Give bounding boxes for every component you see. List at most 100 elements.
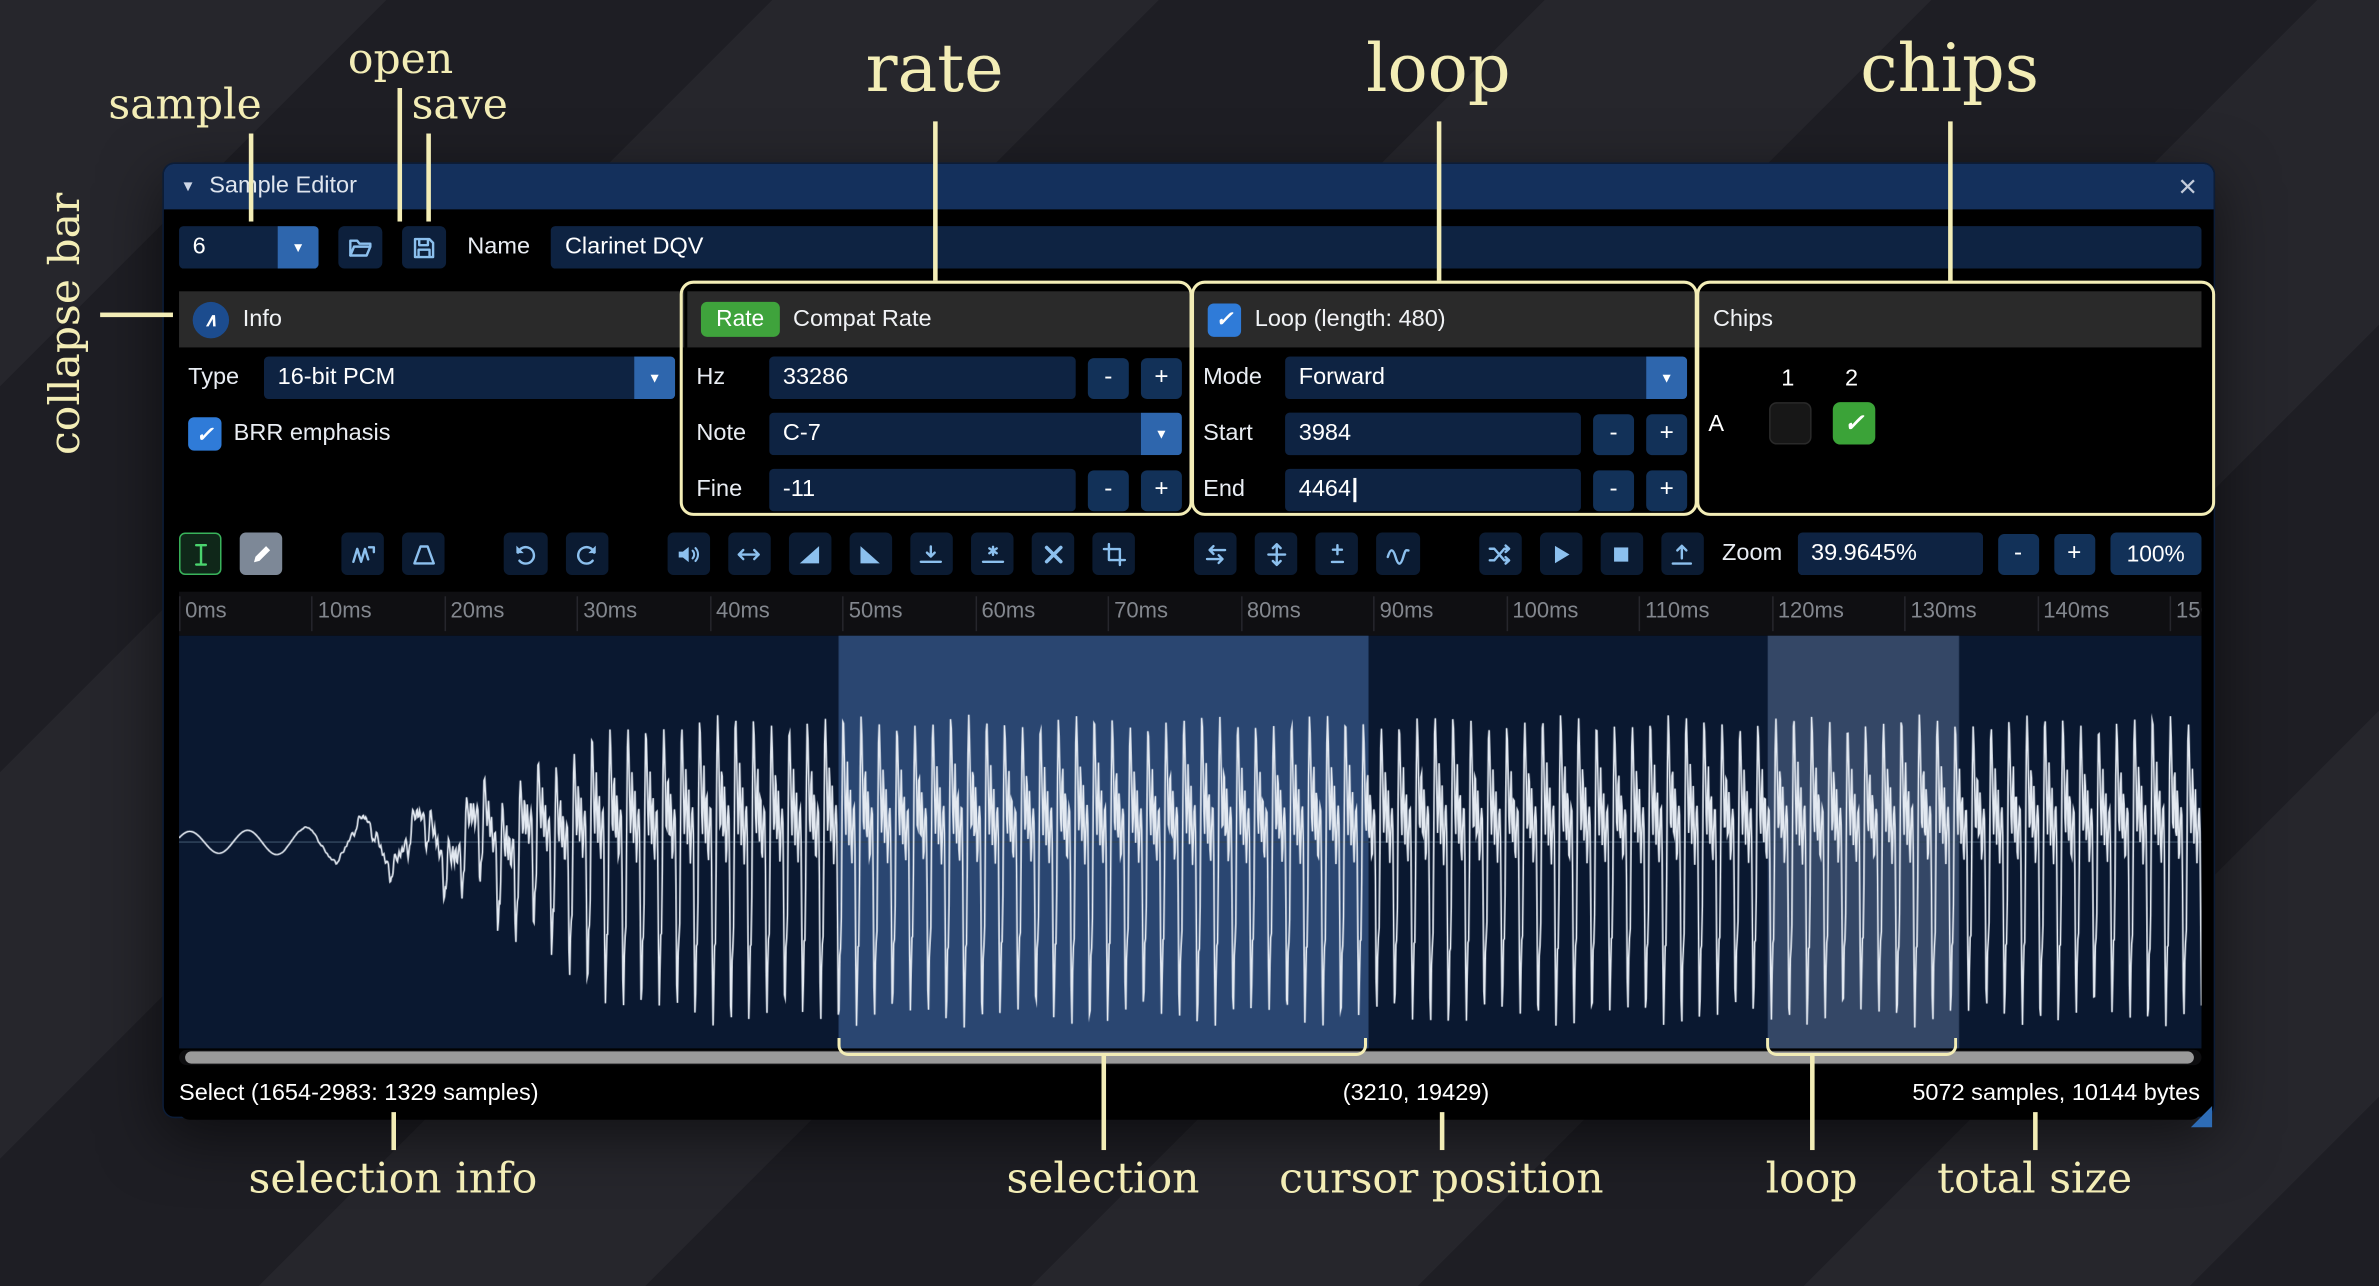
fade-out-button[interactable]	[849, 533, 892, 575]
ruler-label: 20ms	[451, 599, 505, 623]
preview-button[interactable]	[1539, 533, 1582, 575]
ruler-label: 70ms	[1114, 599, 1168, 623]
apply-silence-button[interactable]	[971, 533, 1014, 575]
selection-region[interactable]	[839, 636, 1369, 1049]
insert-silence-icon	[919, 541, 945, 567]
loop-end-decrease-button[interactable]: -	[1593, 470, 1634, 511]
hz-increase-button[interactable]: +	[1141, 357, 1182, 398]
chips-panel: Chips 1 2 A ✓	[1699, 291, 2201, 522]
ruler-tick	[1506, 596, 1508, 631]
desktop-background: ▼ Sample Editor × 6 ▼ Name Clarinet	[0, 0, 2379, 1286]
annotation-selection-bracket	[837, 1038, 1367, 1056]
loop-end-label: End	[1203, 476, 1273, 503]
ruler-label: 100ms	[1512, 599, 1578, 623]
text-cursor	[1354, 478, 1357, 502]
type-select[interactable]: 16-bit PCM ▼	[264, 357, 675, 399]
zoom-reset-button[interactable]: 100%	[2110, 533, 2202, 575]
annotation-collapse-bar-label: collapse bar	[39, 193, 89, 455]
rate-panel-title: Compat Rate	[793, 306, 932, 333]
annotation-loop-marker-label: loop	[1766, 1153, 1858, 1203]
insert-silence-button[interactable]	[910, 533, 953, 575]
loop-start-increase-button[interactable]: +	[1646, 413, 1687, 454]
loop-mode-select[interactable]: Forward ▼	[1285, 357, 1687, 399]
brr-emphasis-checkbox[interactable]: ✓	[188, 417, 221, 450]
fine-decrease-button[interactable]: -	[1088, 470, 1129, 511]
draw-tool-button[interactable]	[240, 533, 283, 575]
fine-input[interactable]: -11	[769, 469, 1075, 511]
window-collapse-icon[interactable]: ▼	[181, 178, 196, 195]
rate-panel: Rate Compat Rate Hz 33286 - + Note C-7	[687, 291, 1191, 522]
loop-enable-checkbox[interactable]: ✓	[1208, 303, 1241, 336]
chevron-down-icon[interactable]: ▼	[634, 357, 675, 399]
redo-button[interactable]	[565, 533, 608, 575]
select-tool-button[interactable]	[179, 533, 222, 575]
resize-grip[interactable]	[2191, 1106, 2212, 1127]
invert-arrows-icon	[1264, 541, 1290, 567]
undo-button[interactable]	[504, 533, 547, 575]
loop-end-input[interactable]: 4464	[1285, 469, 1581, 511]
chip-a2-checkbox[interactable]: ✓	[1833, 402, 1875, 444]
hz-decrease-button[interactable]: -	[1088, 357, 1129, 398]
fade-in-button[interactable]	[789, 533, 832, 575]
name-value: Clarinet DQV	[565, 234, 704, 261]
chevron-down-icon[interactable]: ▼	[278, 226, 319, 268]
sample-number-select[interactable]: 6 ▼	[179, 226, 319, 268]
check-icon: ✓	[1215, 306, 1233, 332]
chip-a1-checkbox[interactable]	[1769, 402, 1811, 444]
zoom-input[interactable]: 39.9645%	[1797, 533, 1982, 575]
waveform-display[interactable]	[179, 636, 2201, 1049]
fine-value: -11	[783, 476, 815, 503]
chips-panel-title: Chips	[1713, 306, 1773, 333]
status-bar: Select (1654-2983: 1329 samples) (3210, …	[179, 1068, 2201, 1120]
loop-start-input[interactable]: 3984	[1285, 413, 1581, 455]
rate-button[interactable]: Rate	[701, 302, 779, 337]
filter-button[interactable]	[1377, 533, 1420, 575]
reverse-button[interactable]	[1194, 533, 1237, 575]
delete-button[interactable]	[1032, 533, 1075, 575]
stop-button[interactable]	[1600, 533, 1643, 575]
fine-increase-button[interactable]: +	[1141, 470, 1182, 511]
annotation-loop-line	[1437, 121, 1441, 280]
chevron-down-icon[interactable]: ▼	[1646, 357, 1687, 399]
titlebar[interactable]: ▼ Sample Editor ×	[164, 164, 2214, 210]
loop-start-value: 3984	[1299, 420, 1351, 447]
hz-input[interactable]: 33286	[769, 357, 1075, 399]
ruler-tick	[577, 596, 579, 631]
ruler-label: 90ms	[1380, 599, 1434, 623]
resample-button[interactable]	[403, 533, 446, 575]
type-label: Type	[188, 364, 252, 391]
undo-icon	[513, 541, 539, 567]
annotation-save-line	[426, 134, 430, 222]
chevron-down-icon[interactable]: ▼	[1141, 413, 1182, 455]
zoom-in-button[interactable]: +	[2054, 533, 2095, 574]
sample-number-value: 6	[179, 226, 278, 268]
chip-column-2-label: 2	[1845, 366, 1858, 393]
zoom-out-button[interactable]: -	[1998, 533, 2039, 574]
chip-row-a-label: A	[1708, 411, 1724, 438]
trim-button[interactable]	[1093, 533, 1136, 575]
signed-unsigned-button[interactable]	[1316, 533, 1359, 575]
annotation-rate-label: rate	[866, 30, 1004, 107]
info-panel: ∧ Info Type 16-bit PCM ▼ ✓ BRR emphasis	[179, 291, 684, 522]
open-button[interactable]	[338, 226, 382, 268]
save-button[interactable]	[402, 226, 446, 268]
ruler-label: 0ms	[185, 599, 227, 623]
close-icon[interactable]: ×	[2178, 171, 2197, 203]
timeline-ruler[interactable]: 0ms10ms20ms30ms40ms50ms60ms70ms80ms90ms1…	[179, 592, 2201, 636]
resize-button[interactable]	[342, 533, 385, 575]
note-select[interactable]: C-7 ▼	[769, 413, 1182, 455]
loop-start-decrease-button[interactable]: -	[1593, 413, 1634, 454]
loop-region[interactable]	[1768, 636, 1959, 1049]
amplify-button[interactable]	[667, 533, 710, 575]
name-label: Name	[467, 234, 530, 261]
ruler-tick	[1108, 596, 1110, 631]
upload-button[interactable]	[1661, 533, 1704, 575]
crossfade-button[interactable]	[1479, 533, 1522, 575]
name-input[interactable]: Clarinet DQV	[551, 226, 2201, 268]
loop-end-increase-button[interactable]: +	[1646, 470, 1687, 511]
ruler-label: 40ms	[716, 599, 770, 623]
normalize-button[interactable]	[728, 533, 771, 575]
invert-button[interactable]	[1255, 533, 1298, 575]
collapse-info-button[interactable]: ∧	[193, 301, 229, 337]
chips-panel-header: Chips	[1699, 291, 2201, 347]
